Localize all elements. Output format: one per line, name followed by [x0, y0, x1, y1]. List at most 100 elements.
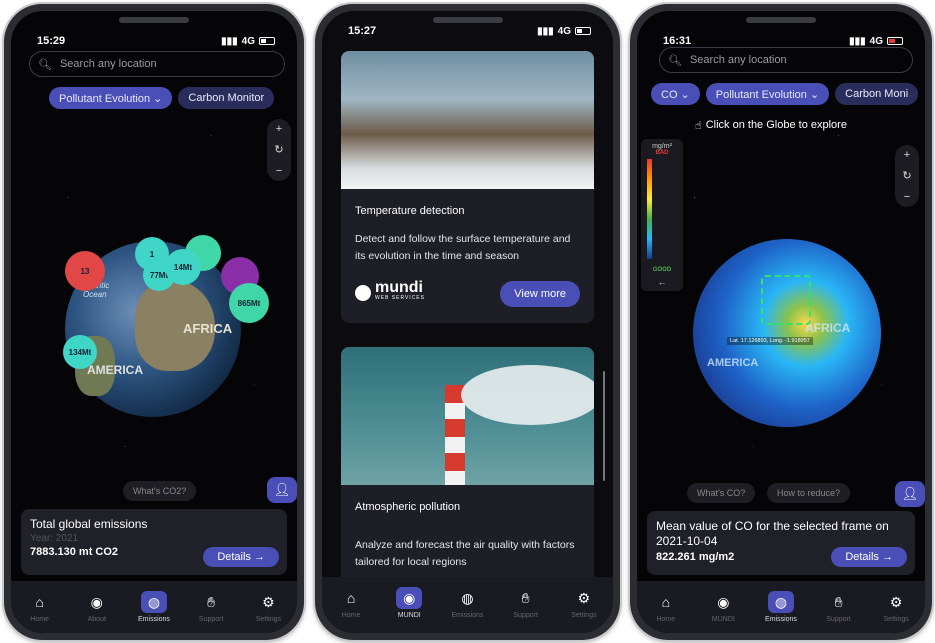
- status-time: 16:31: [663, 35, 692, 47]
- speaker-notch: [119, 17, 189, 23]
- filter-chips: Pollutant Evolution ⌄ Carbon Monitor: [49, 87, 275, 109]
- legend-bad-label: BAD: [655, 150, 669, 156]
- status-time: 15:29: [37, 35, 66, 47]
- nav-settings[interactable]: ⚙︎ Settings: [559, 587, 609, 620]
- nav-support[interactable]: ✋︎ Support: [186, 591, 236, 624]
- reset-icon[interactable]: ↻: [274, 143, 283, 156]
- search-input[interactable]: 🔍︎ Search any location: [29, 51, 285, 77]
- hand-icon: ✋︎: [521, 589, 530, 606]
- card-year: Year: 2021: [30, 533, 79, 544]
- nav-support[interactable]: ✋︎ Support: [501, 587, 551, 620]
- home-icon: ⌂: [661, 594, 671, 610]
- battery-icon: [575, 27, 591, 35]
- globe-icon: ◍: [461, 589, 474, 606]
- co-heatmap-globe[interactable]: AFRICA AMERICA Lat. 17.126893, Long. -1.…: [693, 239, 881, 427]
- emission-bubble[interactable]: 865Mt: [229, 283, 269, 323]
- network-label: 4G: [241, 35, 255, 47]
- speaker-notch: [746, 17, 816, 23]
- zoom-out-button[interactable]: −: [276, 165, 282, 177]
- nav-support[interactable]: ✋︎ Support: [814, 591, 864, 624]
- chip-pollutant-evolution[interactable]: Pollutant Evolution ⌄: [49, 87, 173, 109]
- globe-label-africa: AFRICA: [805, 321, 851, 335]
- globe-label-america: AMERICA: [87, 363, 143, 377]
- eye-icon: ◉: [717, 593, 730, 610]
- nav-mundi[interactable]: ◉ MUNDI: [698, 591, 748, 624]
- pointer-hand-icon: ☝︎: [695, 120, 702, 132]
- emission-bubble[interactable]: 14Mt: [165, 249, 201, 285]
- card-description: Analyze and forecast the air quality wit…: [355, 539, 575, 568]
- zoom-out-button[interactable]: −: [904, 191, 910, 203]
- chimney-smoke-image: [341, 347, 594, 485]
- coordinates-readout: Lat. 17.126893, Long. -1.918957: [727, 337, 813, 345]
- mundi-icon: ◉: [396, 587, 423, 609]
- contact-button[interactable]: 👤︎: [895, 481, 925, 507]
- faq-chip-co[interactable]: What's CO?: [687, 483, 756, 503]
- network-label: 4G: [869, 35, 883, 47]
- nav-home[interactable]: ⌂ Home: [15, 591, 65, 623]
- hand-icon: ✋︎: [834, 593, 843, 610]
- card-title: Atmospheric pollution: [355, 501, 461, 513]
- zoom-in-button[interactable]: +: [276, 123, 282, 135]
- network-label: 4G: [557, 25, 571, 37]
- nav-about[interactable]: ◉ About: [72, 591, 122, 624]
- card-title: Temperature detection: [355, 205, 465, 217]
- gear-icon: ⚙︎: [577, 589, 591, 606]
- co-mean-card: Mean value of CO for the selected frame …: [647, 511, 915, 575]
- phone-1: 15:29 ▮▮▮ 4G 🔍︎ Search any location Pollu…: [4, 4, 304, 640]
- battery-icon: [887, 37, 903, 45]
- nav-emissions[interactable]: ◍ Emissions: [442, 587, 492, 620]
- search-placeholder: Search any location: [59, 58, 157, 70]
- reset-icon[interactable]: ↻: [902, 169, 911, 182]
- zoom-controls: + ↻ −: [267, 119, 291, 181]
- card-title: Mean value of CO for the selected frame …: [656, 519, 889, 548]
- back-arrow-icon[interactable]: ←: [641, 277, 683, 287]
- chip-carbon-monitor[interactable]: Carbon Monitor: [178, 87, 275, 109]
- details-button[interactable]: Details →: [831, 547, 907, 567]
- emission-bubble[interactable]: 13: [65, 251, 105, 291]
- hand-icon: ✋︎: [207, 593, 216, 610]
- nav-settings[interactable]: ⚙︎ Settings: [871, 591, 921, 624]
- chip-pollutant-co[interactable]: CO ⌄: [651, 83, 700, 105]
- home-icon: ⌂: [35, 594, 44, 610]
- search-input[interactable]: 🔍︎ Search any location: [659, 47, 913, 73]
- view-more-button[interactable]: View more: [500, 281, 580, 307]
- zoom-in-button[interactable]: +: [904, 149, 910, 161]
- winter-forest-image: [341, 51, 594, 189]
- search-icon: 🔍︎: [38, 58, 52, 71]
- screen-3: 16:31 ▮▮▮ 4G 🔍︎ Search any location CO ⌄ …: [637, 11, 925, 633]
- status-bar: 16:31 ▮▮▮ 4G: [663, 35, 903, 47]
- nav-emissions[interactable]: ◍ Emissions: [756, 591, 806, 623]
- legend-unit: mg/m²: [652, 143, 672, 150]
- signal-icon: ▮▮▮: [537, 25, 554, 37]
- globe-label-africa: AFRICA: [183, 321, 233, 336]
- chip-pollutant-evolution[interactable]: Pollutant Evolution ⌄: [705, 83, 830, 105]
- globe-icon: ◍: [140, 591, 167, 613]
- card-title: Total global emissions: [30, 517, 148, 531]
- nav-emissions[interactable]: ◍ Emissions: [129, 591, 179, 623]
- bottom-nav: ⌂ Home ◉ MUNDI ◍ Emissions ✋︎ Support ⚙︎ Sett…: [322, 577, 613, 633]
- nav-mundi[interactable]: ◉ MUNDI: [384, 587, 434, 619]
- mundi-logo-icon: [355, 285, 371, 301]
- speaker-notch: [432, 17, 503, 23]
- faq-chip-co2[interactable]: What's CO2?: [123, 481, 197, 501]
- phone-3: 16:31 ▮▮▮ 4G 🔍︎ Search any location CO ⌄ …: [630, 4, 932, 640]
- signal-icon: ▮▮▮: [221, 35, 238, 47]
- battery-icon: [259, 37, 275, 45]
- details-button[interactable]: Details →: [203, 547, 279, 567]
- faq-chip-reduce[interactable]: How to reduce?: [767, 483, 851, 503]
- emission-bubble[interactable]: 134Mt: [63, 335, 97, 369]
- status-bar: 15:29 ▮▮▮ 4G: [37, 35, 275, 47]
- chip-carbon-monitor[interactable]: Carbon Moni: [835, 83, 919, 105]
- globe-hint: ☝︎ Click on the Globe to explore: [695, 119, 847, 132]
- eye-icon: ◉: [90, 593, 103, 610]
- phone-2: 15:27 ▮▮▮ 4G Temperature detection Detect…: [315, 4, 620, 640]
- mundi-logo: mundi WEB SERVICES: [355, 280, 425, 303]
- nav-settings[interactable]: ⚙︎ Settings: [243, 591, 293, 624]
- search-placeholder: Search any location: [689, 54, 787, 66]
- nav-home[interactable]: ⌂ Home: [326, 587, 376, 619]
- contact-button[interactable]: 👤︎: [267, 477, 297, 503]
- selection-frame[interactable]: [761, 275, 811, 325]
- legend-gradient: [647, 159, 652, 259]
- scrollbar[interactable]: [603, 371, 605, 481]
- nav-home[interactable]: ⌂ Home: [641, 591, 691, 623]
